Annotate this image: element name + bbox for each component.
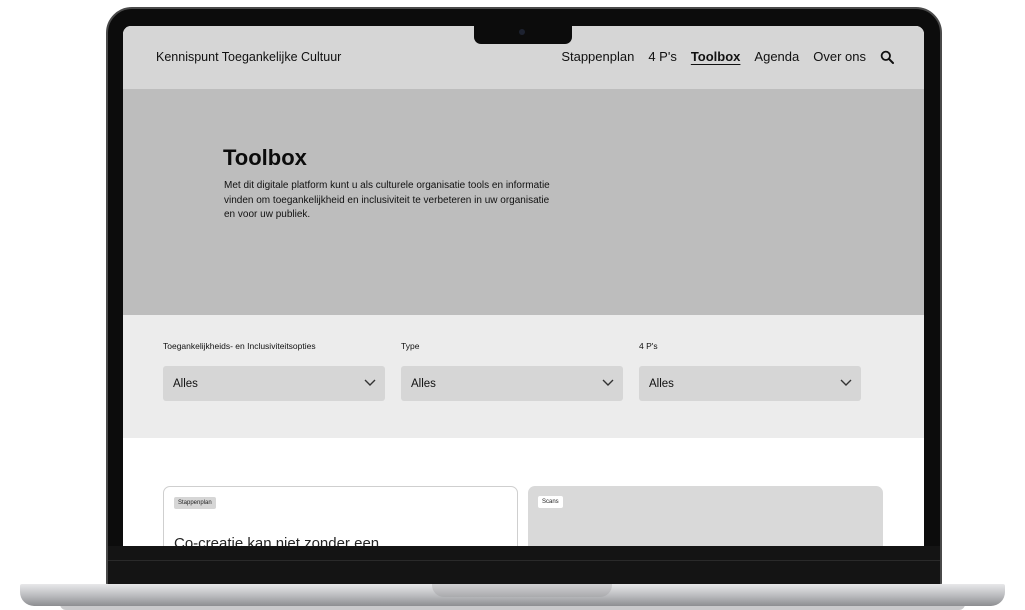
chevron-down-icon [602, 379, 614, 386]
chevron-down-icon [364, 379, 376, 386]
camera-notch [474, 26, 572, 44]
laptop-opening-notch [432, 584, 612, 597]
filter-type: Type Alles [401, 341, 623, 401]
nav-item-toolbox[interactable]: Toolbox [691, 49, 741, 64]
hero-section: Toolbox Met dit digitale platform kunt u… [123, 89, 924, 315]
accessibility-select[interactable]: Alles [163, 366, 385, 401]
laptop-chin [108, 546, 940, 584]
toolbox-card[interactable]: Scans [528, 486, 883, 546]
laptop-screen: Kennispunt Toegankelijke Cultuur Stappen… [123, 26, 924, 546]
filter-label: Toegankelijkheids- en Inclusiviteitsopti… [163, 341, 316, 351]
filter-label: Type [401, 341, 420, 351]
hero-description: Met dit digitale platform kunt u als cul… [224, 180, 550, 220]
nav-item-over-ons[interactable]: Over ons [813, 49, 866, 64]
nav-item-stappenplan[interactable]: Stappenplan [561, 49, 634, 64]
main-nav: Stappenplan 4 P's Toolbox Agenda Over on… [561, 49, 894, 64]
filter-4ps: 4 P's Alles [639, 341, 861, 401]
toolbox-results: Stappenplan Co-creatie kan niet zonder e… [123, 438, 924, 546]
select-value: Alles [649, 377, 674, 390]
page-title: Toolbox [223, 145, 307, 170]
toolbox-card[interactable]: Stappenplan Co-creatie kan niet zonder e… [163, 486, 518, 546]
card-tag: Stappenplan [174, 497, 216, 509]
card-tag: Scans [538, 496, 563, 508]
filter-accessibility: Toegankelijkheids- en Inclusiviteitsopti… [163, 341, 385, 401]
site-logo[interactable]: Kennispunt Toegankelijke Cultuur [156, 50, 341, 64]
select-value: Alles [173, 377, 198, 390]
filter-label: 4 P's [639, 341, 658, 351]
type-select[interactable]: Alles [401, 366, 623, 401]
nav-item-agenda[interactable]: Agenda [754, 49, 799, 64]
filter-bar: Toegankelijkheids- en Inclusiviteitsopti… [123, 315, 924, 438]
chevron-down-icon [840, 379, 852, 386]
nav-item-4ps[interactable]: 4 P's [648, 49, 677, 64]
select-value: Alles [411, 377, 436, 390]
search-icon[interactable] [880, 50, 894, 64]
camera-icon [519, 29, 525, 35]
4ps-select[interactable]: Alles [639, 366, 861, 401]
card-title: Co-creatie kan niet zonder een [174, 535, 380, 546]
